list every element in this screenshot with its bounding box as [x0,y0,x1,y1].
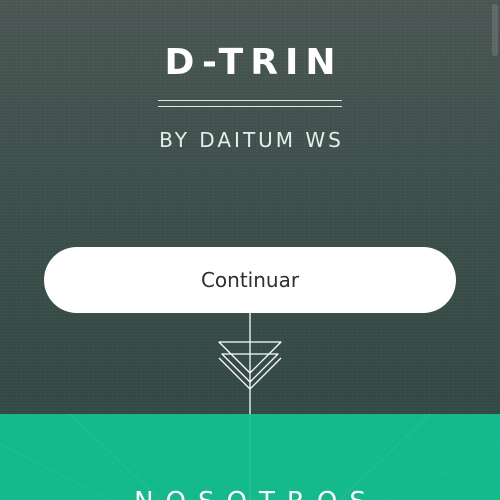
section-title-nosotros: NOSOTROS [0,487,500,500]
scrollbar[interactable] [492,4,498,56]
triangle-arrow-down-icon [218,313,282,414]
